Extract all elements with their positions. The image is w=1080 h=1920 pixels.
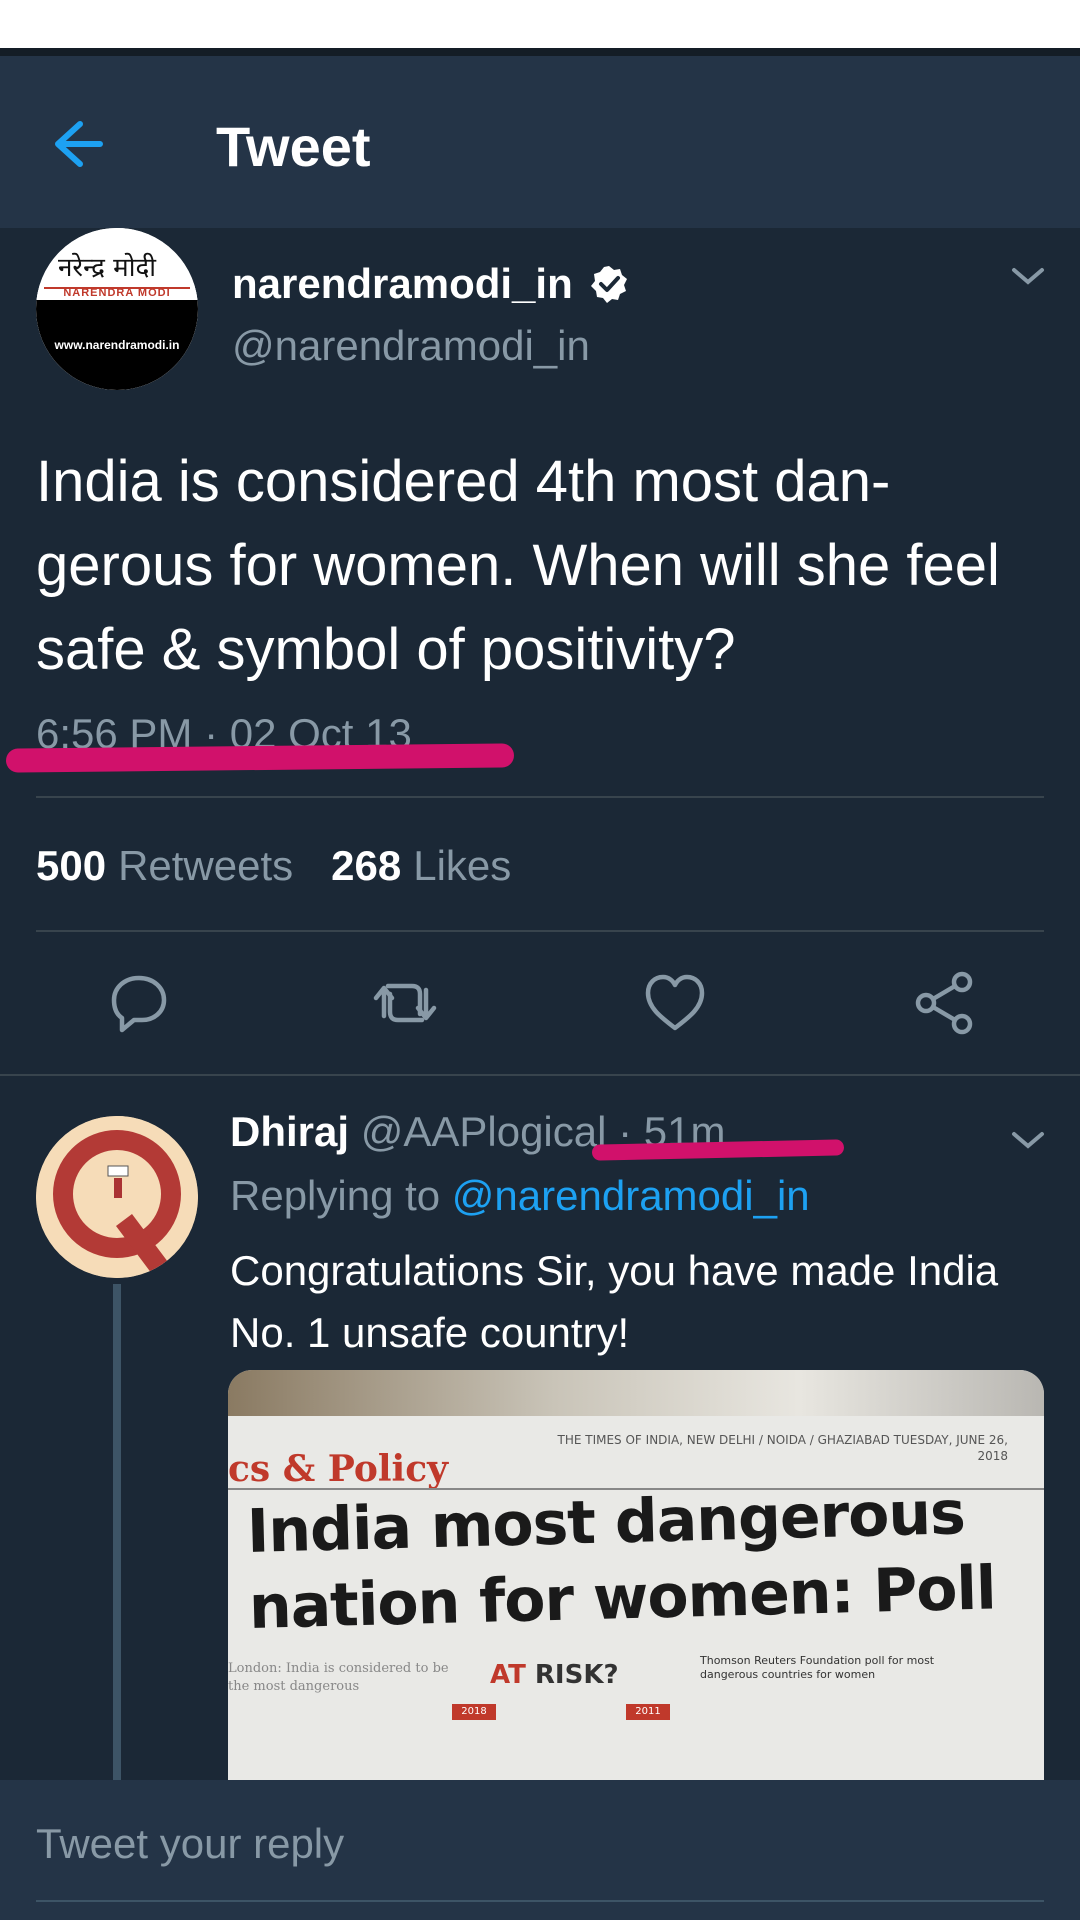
retweet-icon <box>373 983 437 1023</box>
reply-display-name[interactable]: Dhiraj <box>230 1108 349 1155</box>
retweet-button[interactable] <box>370 968 440 1038</box>
retweets-stat[interactable]: 500 Retweets <box>36 842 293 890</box>
newspaper-headline: India most dangerous nation for women: P… <box>246 1478 997 1643</box>
newspaper-dateline: THE TIMES OF INDIA, NEW DELHI / NOIDA / … <box>557 1433 1009 1463</box>
reply-composer <box>0 1780 1080 1920</box>
back-arrow-icon <box>55 121 103 167</box>
tweet-detail: नरेन्द्र मोदी NARENDRA MODI www.narendra… <box>0 228 1080 1780</box>
share-icon <box>915 971 973 1035</box>
display-name: narendramodi_in <box>232 260 573 307</box>
author-handle[interactable]: @narendramodi_in <box>232 322 590 370</box>
tweet-text: India is considered 4th most dan-gerous … <box>36 449 1000 682</box>
newspaper-subhead: AT RISK? <box>490 1660 619 1690</box>
newspaper-section: cs & Policy <box>228 1448 449 1490</box>
tweet-stats: 500 Retweets 268 Likes <box>36 842 511 890</box>
reply-options-button[interactable] <box>1010 1126 1046 1154</box>
reply-media-image[interactable]: cs & Policy THE TIMES OF INDIA, NEW DELH… <box>228 1370 1044 1780</box>
divider <box>0 1074 1080 1076</box>
avatar-signature: नरेन्द्र मोदी <box>58 253 156 283</box>
reply-avatar-logo <box>36 1116 198 1278</box>
newspaper-caption: Thomson Reuters Foundation poll for most… <box>700 1654 935 1681</box>
like-button[interactable] <box>640 968 710 1038</box>
likes-stat[interactable]: 268 Likes <box>331 842 511 890</box>
composer-underline <box>36 1900 1044 1902</box>
tweet-author[interactable]: narendramodi_in <box>232 260 629 308</box>
tweet-actions <box>0 968 1080 1068</box>
reply-avatar[interactable] <box>36 1116 198 1278</box>
status-bar-edge <box>0 48 1080 56</box>
replying-to: Replying to @narendramodi_in <box>230 1172 810 1219</box>
avatar[interactable]: नरेन्द्र मोदी NARENDRA MODI www.narendra… <box>36 228 198 390</box>
app-header: Tweet <box>0 56 1080 228</box>
back-button[interactable] <box>52 118 122 170</box>
avatar-banner: NARENDRA MODI <box>63 287 171 299</box>
newspaper-body: London: India is considered to be the mo… <box>228 1661 449 1694</box>
thread-line <box>113 1284 121 1780</box>
page-title: Tweet <box>216 115 371 178</box>
chevron-down-icon <box>1012 1132 1044 1149</box>
verified-badge-icon <box>590 266 627 303</box>
share-button[interactable] <box>910 968 980 1038</box>
mention-link[interactable]: @narendramodi_in <box>452 1172 810 1219</box>
avatar-url: www.narendramodi.in <box>54 338 180 352</box>
newspaper-year-tag: 2018 <box>452 1704 496 1720</box>
newspaper-year-tag: 2011 <box>626 1704 670 1720</box>
chevron-down-icon <box>1012 268 1044 285</box>
reply-handle[interactable]: @AAPlogical <box>361 1108 607 1155</box>
like-icon <box>645 974 705 1031</box>
reply-button[interactable] <box>104 968 174 1038</box>
highlight-underline <box>5 743 515 773</box>
divider <box>36 796 1044 798</box>
reply-icon <box>111 975 167 1033</box>
status-bar <box>0 0 1080 48</box>
tweet-options-button[interactable] <box>1010 262 1046 290</box>
divider <box>36 930 1044 932</box>
reply-text: Congratulations Sir, you have made India… <box>230 1247 999 1356</box>
reply-input[interactable] <box>36 1806 1044 1882</box>
